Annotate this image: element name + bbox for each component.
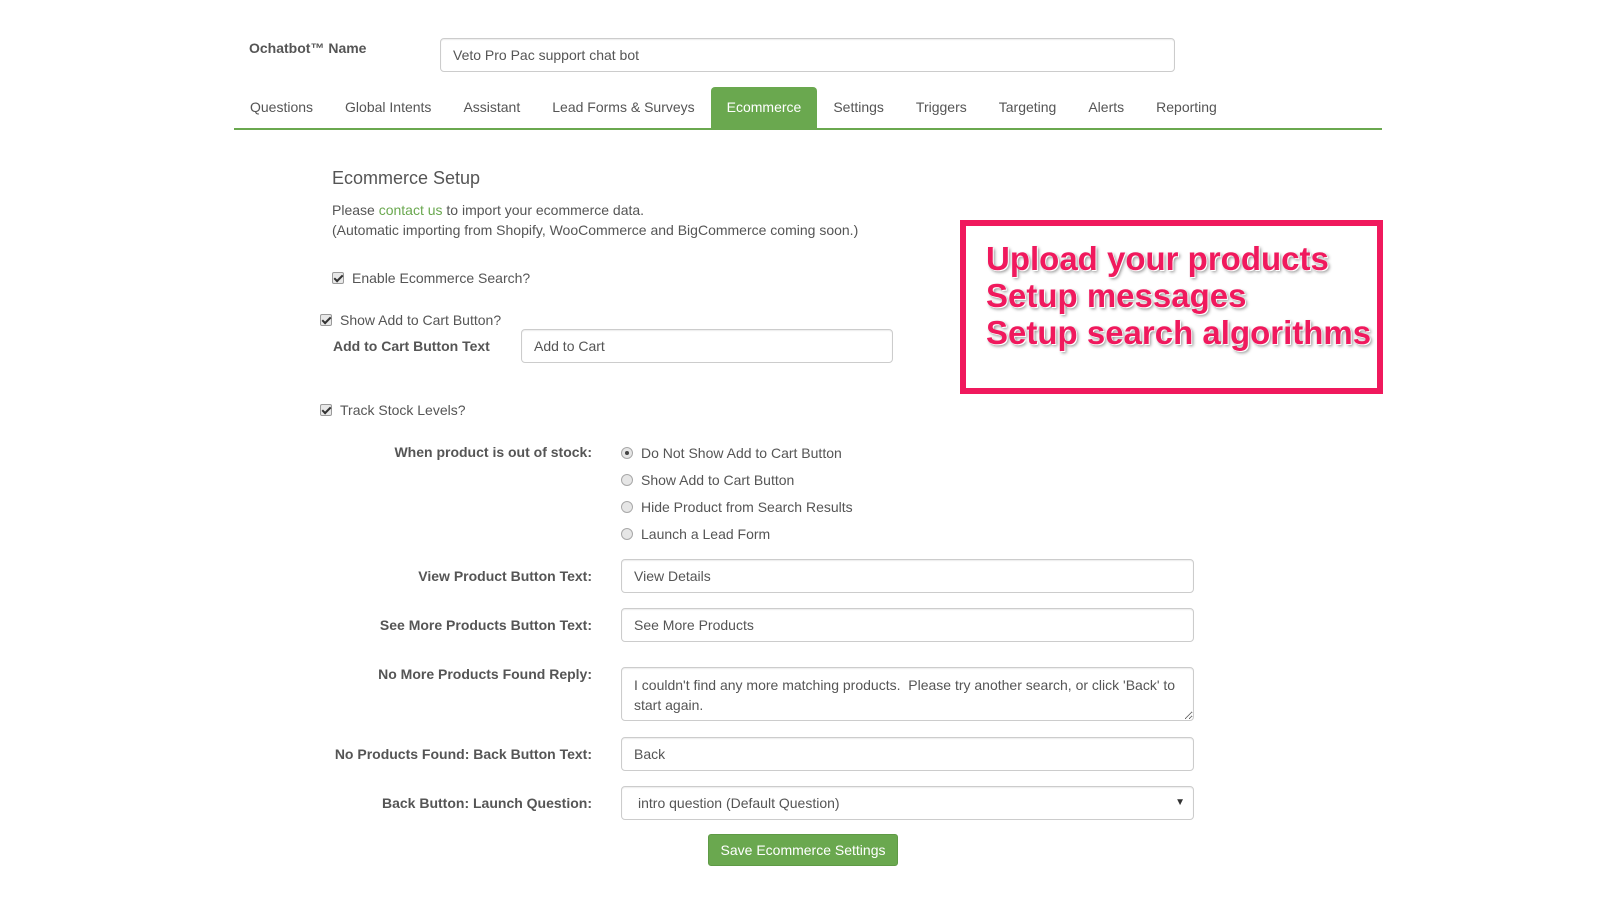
no-more-reply-textarea[interactable]: I couldn't find any more matching produc… [621,667,1194,721]
section-title: Ecommerce Setup [332,168,481,188]
back-button-text-input[interactable] [621,737,1194,771]
view-product-text-label: View Product Button Text: [418,568,592,584]
save-ecommerce-settings-button[interactable]: Save Ecommerce Settings [708,834,898,866]
bot-name-input[interactable] [440,38,1175,72]
tab-assistant[interactable]: Assistant [447,87,536,128]
radio-button[interactable] [621,474,633,486]
radio-option[interactable]: Do Not Show Add to Cart Button [621,445,842,461]
callout-line: Setup messages [986,277,1247,314]
track-stock-label: Track Stock Levels? [340,402,466,418]
track-stock-row[interactable]: Track Stock Levels? [320,402,466,418]
tab-questions[interactable]: Questions [234,87,329,128]
contact-us-link[interactable]: contact us [379,202,443,218]
add-to-cart-text-input[interactable] [521,329,893,363]
show-add-to-cart-label: Show Add to Cart Button? [340,312,502,328]
radio-button[interactable] [621,447,633,459]
tab-alerts[interactable]: Alerts [1072,87,1140,128]
bot-name-label: Ochatbot™ Name [249,40,367,56]
track-stock-checkbox[interactable] [320,404,332,416]
tab-reporting[interactable]: Reporting [1140,87,1233,128]
radio-label: Hide Product from Search Results [641,499,853,515]
show-add-to-cart-checkbox[interactable] [320,314,332,326]
intro-prefix: Please [332,202,379,218]
tab-triggers[interactable]: Triggers [900,87,983,128]
intro-note: (Automatic importing from Shopify, WooCo… [332,222,859,238]
radio-label: Do Not Show Add to Cart Button [641,445,842,461]
radio-button[interactable] [621,528,633,540]
radio-option[interactable]: Show Add to Cart Button [621,472,794,488]
show-add-to-cart-row[interactable]: Show Add to Cart Button? [320,312,501,328]
radio-label: Show Add to Cart Button [641,472,795,488]
see-more-text-label: See More Products Button Text: [379,617,592,633]
back-launch-question-label: Back Button: Launch Question: [382,795,592,811]
intro-text: Please contact us to import your ecommer… [332,202,644,218]
back-launch-question-select[interactable]: intro question (Default Question) ▼ [621,786,1194,820]
callout-line: Upload your products [986,240,1329,277]
out-of-stock-label: When product is out of stock: [394,444,592,460]
tab-global-intents[interactable]: Global Intents [329,87,447,128]
caret-down-icon: ▼ [1175,797,1185,808]
intro-suffix: to import your ecommerce data. [442,202,645,218]
back-button-text-label: No Products Found: Back Button Text: [334,746,592,762]
select-value: intro question (Default Question) [638,795,840,811]
enable-search-label: Enable Ecommerce Search? [352,270,531,286]
tab-targeting[interactable]: Targeting [983,87,1073,128]
enable-search-checkbox[interactable] [332,272,344,284]
no-more-reply-label: No More Products Found Reply: [378,666,592,682]
radio-button[interactable] [621,501,633,513]
enable-search-row[interactable]: Enable Ecommerce Search? [332,270,530,286]
annotation-callout: Upload your products Setup messages Setu… [960,220,1383,394]
radio-option[interactable]: Launch a Lead Form [621,526,770,542]
callout-line: Setup search algorithms [986,314,1372,351]
tab-lead-forms-surveys[interactable]: Lead Forms & Surveys [536,87,710,128]
radio-label: Launch a Lead Form [641,526,771,542]
add-to-cart-text-label: Add to Cart Button Text [333,338,490,354]
see-more-text-input[interactable] [621,608,1194,642]
tab-settings[interactable]: Settings [817,87,900,128]
tab-bar: Questions Global Intents Assistant Lead … [234,87,1382,130]
radio-option[interactable]: Hide Product from Search Results [621,499,853,515]
view-product-text-input[interactable] [621,559,1194,593]
tab-ecommerce[interactable]: Ecommerce [710,87,818,128]
